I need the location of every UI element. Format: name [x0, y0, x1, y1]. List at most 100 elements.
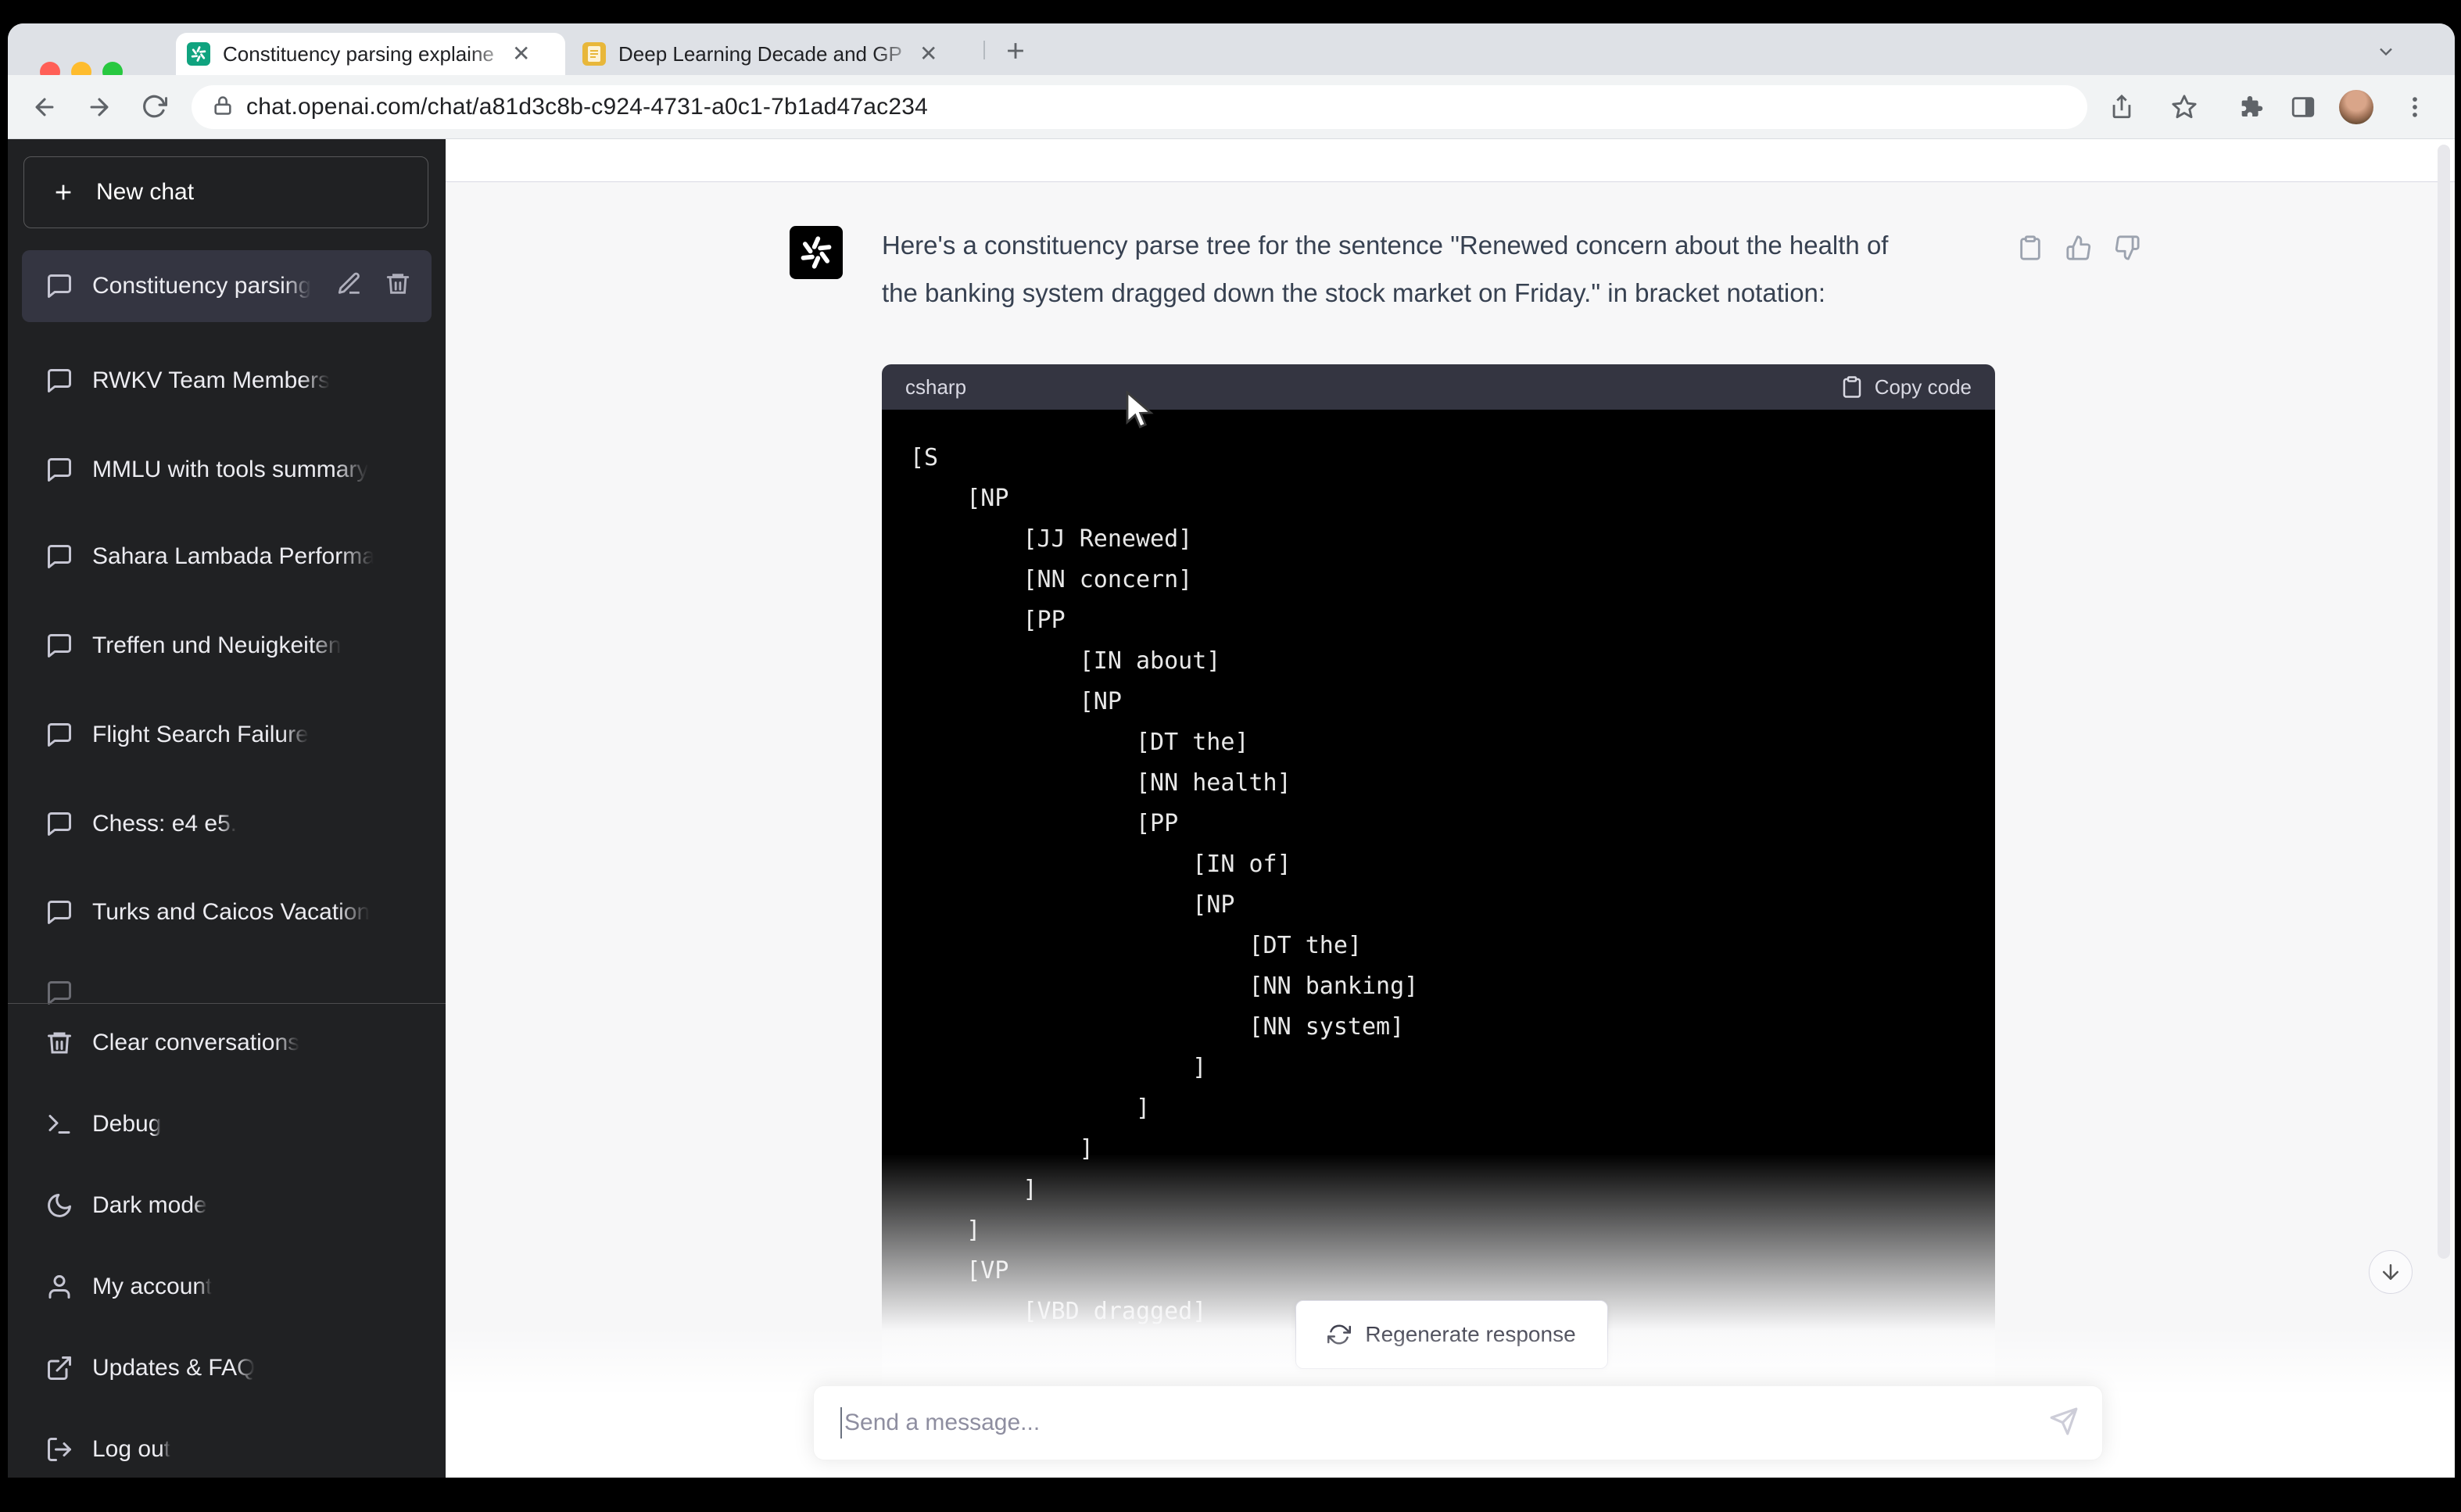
chat-bubble-icon: [45, 632, 73, 660]
profile-avatar[interactable]: [2339, 90, 2373, 124]
sidebar-item-flight[interactable]: Flight Search Failure: [22, 699, 432, 771]
external-link-icon: [45, 1354, 73, 1382]
sidebar-item-log-out[interactable]: Log out: [22, 1413, 432, 1478]
sidebar: New chat Constituency parsing RWKV Team …: [8, 139, 446, 1478]
chat-main: Here's a constituency parse tree for the…: [446, 139, 2455, 1478]
tab-title: Constituency parsing explaine: [223, 42, 512, 66]
tab-title: Deep Learning Decade and GP: [618, 42, 919, 66]
sidebar-item-mmlu[interactable]: MMLU with tools summary: [22, 434, 432, 506]
tab-strip: Constituency parsing explaine ✕ Deep Lea…: [8, 23, 2455, 75]
sidebar-footer-label: Clear conversations: [92, 1030, 299, 1056]
sidebar-item-chess[interactable]: Chess: e4 e5.: [22, 788, 432, 860]
conversation-title: Chess: e4 e5.: [92, 811, 237, 837]
sidebar-footer-label: Dark mode: [92, 1192, 207, 1219]
side-panel-icon[interactable]: [2290, 94, 2316, 120]
thumbs-up-icon[interactable]: [2065, 235, 2092, 261]
forward-icon[interactable]: [86, 94, 113, 120]
tab-deep-learning[interactable]: Deep Learning Decade and GP ✕: [573, 33, 972, 75]
url-text: chat.openai.com/chat/a81d3c8b-c924-4731-…: [246, 94, 928, 120]
message-actions: [2017, 235, 2140, 261]
conversation-title: Constituency parsing: [92, 273, 311, 299]
sidebar-divider: [8, 1003, 446, 1004]
delete-trash-icon[interactable]: [385, 271, 411, 303]
moon-icon: [45, 1191, 73, 1220]
chat-bubble-icon: [45, 367, 73, 395]
new-tab-button[interactable]: [1002, 38, 1029, 68]
address-bar[interactable]: chat.openai.com/chat/a81d3c8b-c924-4731-…: [192, 85, 2087, 129]
chat-bubble-icon: [45, 810, 73, 838]
sidebar-item-updates-faq[interactable]: Updates & FAQ: [22, 1332, 432, 1404]
conversation-title: MMLU with tools summary: [92, 457, 368, 483]
conversation-title: Flight Search Failure: [92, 722, 309, 748]
page-content: New chat Constituency parsing RWKV Team …: [8, 139, 2455, 1478]
sidebar-item-treffen[interactable]: Treffen und Neuigkeiten: [22, 610, 432, 682]
bookmark-star-icon[interactable]: [2171, 94, 2198, 120]
browser-menu-dots-icon[interactable]: [2402, 94, 2428, 120]
clipboard-icon: [1840, 375, 1864, 399]
chat-bubble-icon: [45, 898, 73, 926]
code-block: csharp Copy code [S [NP [JJ Renewed] [NN…: [882, 364, 1995, 1399]
sidebar-item-debug[interactable]: Debug: [22, 1088, 432, 1160]
reload-icon[interactable]: [141, 94, 167, 120]
sidebar-footer-label: Debug: [92, 1111, 161, 1138]
thumbs-down-icon[interactable]: [2114, 235, 2140, 261]
screen: Constituency parsing explaine ✕ Deep Lea…: [0, 0, 2461, 1512]
code-language-label: csharp: [905, 375, 966, 399]
scroll-to-bottom-button[interactable]: [2369, 1250, 2413, 1294]
sidebar-item-constituency-parsing[interactable]: Constituency parsing: [22, 250, 432, 322]
copy-code-button[interactable]: Copy code: [1840, 375, 1972, 399]
edit-pencil-icon[interactable]: [336, 271, 363, 303]
chat-bubble-icon: [45, 456, 73, 484]
assistant-message-line1: Here's a constituency parse tree for the…: [882, 231, 1888, 260]
message-input[interactable]: Send a message...: [813, 1385, 2103, 1460]
scrollbar[interactable]: [2438, 145, 2450, 1259]
previous-message-edge: [446, 139, 2455, 182]
extensions-puzzle-icon[interactable]: [2237, 94, 2264, 120]
back-icon[interactable]: [31, 94, 58, 120]
conversation-title: RWKV Team Members: [92, 367, 330, 394]
send-icon[interactable]: [2049, 1406, 2079, 1440]
sidebar-footer-label: Log out: [92, 1436, 170, 1463]
code-block-header: csharp Copy code: [882, 364, 1995, 410]
conversation-actions: [336, 271, 411, 303]
terminal-icon: [45, 1110, 73, 1138]
browser-window: Constituency parsing explaine ✕ Deep Lea…: [8, 23, 2455, 1478]
copy-code-label: Copy code: [1875, 375, 1972, 399]
new-chat-button[interactable]: New chat: [23, 156, 428, 228]
browser-toolbar: chat.openai.com/chat/a81d3c8b-c924-4731-…: [8, 75, 2455, 139]
conversation-title: Sahara Lambada Performanc: [92, 543, 374, 570]
down-arrow-icon: [2379, 1260, 2402, 1284]
conversation-title: Treffen und Neuigkeiten: [92, 632, 342, 659]
user-icon: [45, 1273, 73, 1301]
conversation-title: Turks and Caicos Vacation: [92, 899, 370, 926]
chat-bubble-icon: [45, 543, 73, 571]
share-icon[interactable]: [2108, 94, 2135, 120]
sidebar-item-turks[interactable]: Turks and Caicos Vacation: [22, 876, 432, 948]
sidebar-footer-label: Updates & FAQ: [92, 1355, 255, 1381]
text-caret: [840, 1407, 842, 1439]
sidebar-item-sahara[interactable]: Sahara Lambada Performanc: [22, 521, 432, 593]
tab-search-chevron-icon[interactable]: [2375, 41, 2397, 66]
new-chat-label: New chat: [96, 179, 194, 206]
sidebar-item-clear-conversations[interactable]: Clear conversations: [22, 1007, 432, 1079]
tab-constituency-parsing[interactable]: Constituency parsing explaine ✕: [176, 33, 565, 75]
chatgpt-favicon-icon: [187, 42, 210, 66]
sidebar-item-dark-mode[interactable]: Dark mode: [22, 1170, 432, 1241]
document-favicon-icon: [582, 42, 606, 66]
input-placeholder: Send a message...: [844, 1410, 2049, 1436]
tab-divider: [983, 41, 985, 59]
assistant-avatar: [790, 226, 843, 279]
chat-bubble-icon: [45, 272, 73, 300]
chat-bubble-icon: [45, 721, 73, 749]
lock-icon: [212, 95, 234, 120]
mouse-cursor: [1124, 391, 1160, 435]
tab-close-icon[interactable]: ✕: [512, 43, 530, 65]
logout-icon: [45, 1435, 73, 1464]
sidebar-item-my-account[interactable]: My account: [22, 1251, 432, 1323]
trash-icon: [45, 1029, 73, 1057]
sidebar-item-rwkv[interactable]: RWKV Team Members: [22, 345, 432, 417]
sidebar-footer-label: My account: [92, 1274, 212, 1300]
tab-close-icon[interactable]: ✕: [919, 43, 937, 65]
copy-clipboard-icon[interactable]: [2017, 235, 2044, 261]
assistant-message-line2: the banking system dragged down the stoc…: [882, 278, 1825, 308]
